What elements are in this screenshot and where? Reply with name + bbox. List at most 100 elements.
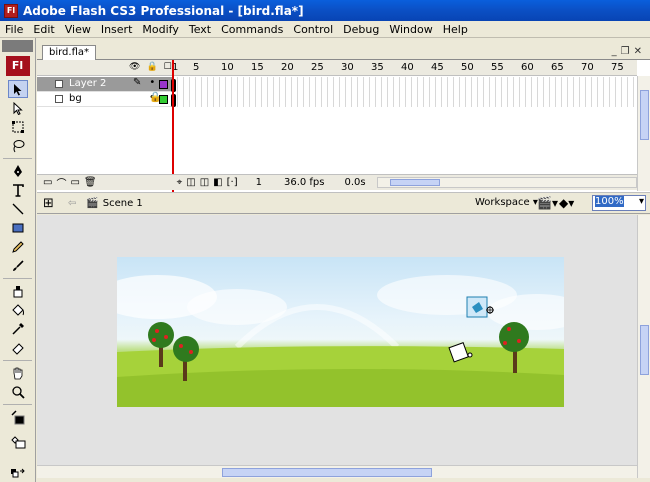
chevron-down-icon[interactable]: ▾	[639, 196, 644, 207]
insert-folder-icon[interactable]: ▭	[70, 177, 79, 188]
delete-layer-icon[interactable]: 🗑	[84, 177, 97, 188]
layer-frames[interactable]	[172, 77, 637, 92]
eyedropper-icon[interactable]	[8, 320, 28, 338]
edit-multiple-icon[interactable]: ◧	[213, 177, 222, 188]
zoom-icon[interactable]	[8, 383, 28, 401]
timeline-toggle-icon[interactable]: ⊞	[43, 196, 54, 211]
toolbox-separator	[3, 278, 32, 279]
rectangle-icon[interactable]	[8, 219, 28, 237]
toolbox-grip[interactable]	[2, 40, 33, 52]
edit-symbol-icon[interactable]: ◆▾	[559, 196, 574, 210]
menu-commands[interactable]: Commands	[216, 23, 288, 36]
layer-frames[interactable]	[172, 92, 637, 107]
stage-workspace[interactable]	[37, 215, 637, 465]
visibility-dot[interactable]: •	[149, 77, 155, 88]
menu-window[interactable]: Window	[384, 23, 437, 36]
frame-number: 50	[461, 62, 474, 73]
menu-control[interactable]: Control	[288, 23, 338, 36]
hand-icon[interactable]	[8, 364, 28, 382]
frame-number: 15	[251, 62, 264, 73]
menu-edit[interactable]: Edit	[28, 23, 59, 36]
lasso-icon[interactable]	[8, 137, 28, 155]
layer-row[interactable]: Layer 2 ✎ • •	[37, 77, 637, 92]
motion-guide-icon[interactable]: ⌒	[56, 175, 66, 190]
line-icon[interactable]	[8, 200, 28, 218]
menu-insert[interactable]: Insert	[96, 23, 138, 36]
frame-number: 25	[311, 62, 324, 73]
layer-name[interactable]: bg	[69, 93, 82, 104]
timeline-hscroll[interactable]	[377, 177, 637, 188]
text-icon[interactable]	[8, 181, 28, 199]
subselect-icon[interactable]	[8, 99, 28, 117]
insert-layer-icon[interactable]: ▭	[43, 177, 52, 188]
tree-crown	[148, 322, 174, 348]
frame-number: 35	[371, 62, 384, 73]
paint-bucket-icon[interactable]	[8, 301, 28, 319]
modify-markers-icon[interactable]: [·]	[227, 177, 238, 188]
document-tab[interactable]: bird.fla*	[42, 45, 97, 60]
arrow-icon[interactable]	[7, 80, 28, 98]
pencil-icon[interactable]	[8, 238, 28, 256]
menu-modify[interactable]: Modify	[137, 23, 183, 36]
eraser-icon[interactable]	[8, 339, 28, 357]
pencil-icon: ✎	[133, 77, 142, 88]
layer-color-box[interactable]	[159, 80, 168, 89]
free-transform-icon[interactable]	[8, 118, 28, 136]
ink-bottle-icon[interactable]	[8, 282, 28, 300]
menu-help[interactable]: Help	[438, 23, 473, 36]
frame-rate: 36.0 fps	[283, 177, 325, 188]
frame-number: 60	[521, 62, 534, 73]
scroll-thumb[interactable]	[222, 468, 432, 477]
layer-toggle-icons: 👁 🔒 ☐	[129, 62, 172, 72]
layer-row[interactable]: bg • 🔒	[37, 92, 637, 107]
frame-number: 55	[491, 62, 504, 73]
stage-hscroll[interactable]	[37, 465, 637, 478]
timeline-vscroll[interactable]	[637, 76, 650, 191]
stage-vscroll[interactable]	[637, 215, 650, 478]
scroll-thumb[interactable]	[390, 179, 440, 186]
playhead[interactable]	[172, 60, 174, 192]
frame-number: 40	[401, 62, 414, 73]
scroll-thumb[interactable]	[640, 90, 649, 140]
layer-name[interactable]: Layer 2	[69, 78, 106, 89]
window-title: Adobe Flash CS3 Professional - [bird.fla…	[23, 3, 304, 18]
zoom-value: 100%	[595, 196, 624, 207]
back-arrow-icon[interactable]: ⇦	[68, 198, 76, 209]
menu-view[interactable]: View	[60, 23, 96, 36]
onion-outline-icon[interactable]: ◫	[200, 177, 209, 188]
fill-color-icon[interactable]	[8, 432, 28, 450]
workspace-menu[interactable]: Workspace ▾	[475, 197, 538, 208]
stroke-color-icon[interactable]	[8, 408, 28, 426]
onion-skin-icon[interactable]: ◫	[186, 177, 195, 188]
tree-crown	[499, 322, 529, 352]
edit-scene-icon[interactable]: 🎬▾	[537, 196, 558, 210]
toolbox-separator	[3, 404, 32, 405]
elapsed-time: 0.0s	[344, 177, 366, 188]
frame-ruler[interactable]: 1 5 10 15 20 25 30 35 40 45 50 55 60 65 …	[172, 60, 637, 76]
stage[interactable]	[117, 257, 564, 407]
outline-icon[interactable]: ☐	[164, 62, 172, 72]
brush-icon[interactable]	[8, 257, 28, 275]
tree-crown	[173, 336, 199, 362]
menu-file[interactable]: File	[0, 23, 28, 36]
layer-color-box[interactable]	[159, 95, 168, 104]
restore-icon[interactable]: ❐	[621, 46, 634, 57]
center-frame-icon[interactable]: ⌖	[177, 177, 183, 188]
lock-icon[interactable]: 🔒	[146, 62, 157, 72]
layer-icon	[55, 95, 63, 103]
eye-icon[interactable]: 👁	[129, 62, 140, 72]
scroll-thumb[interactable]	[640, 325, 649, 375]
zoom-select[interactable]: 100% ▾	[592, 195, 646, 211]
menu-debug[interactable]: Debug	[338, 23, 384, 36]
swap-colors-icon[interactable]	[8, 464, 28, 482]
minimize-icon[interactable]: _	[612, 46, 621, 57]
close-icon[interactable]: ✕	[634, 46, 646, 57]
pen-icon[interactable]	[8, 162, 28, 180]
workspace-label: Workspace	[475, 197, 530, 208]
menu-text[interactable]: Text	[184, 23, 216, 36]
layer-icon	[55, 80, 63, 88]
toolbox-separator	[3, 360, 32, 361]
window-controls: _❐✕	[612, 46, 646, 57]
scene-name[interactable]: Scene 1	[103, 198, 143, 209]
frame-number: 45	[431, 62, 444, 73]
